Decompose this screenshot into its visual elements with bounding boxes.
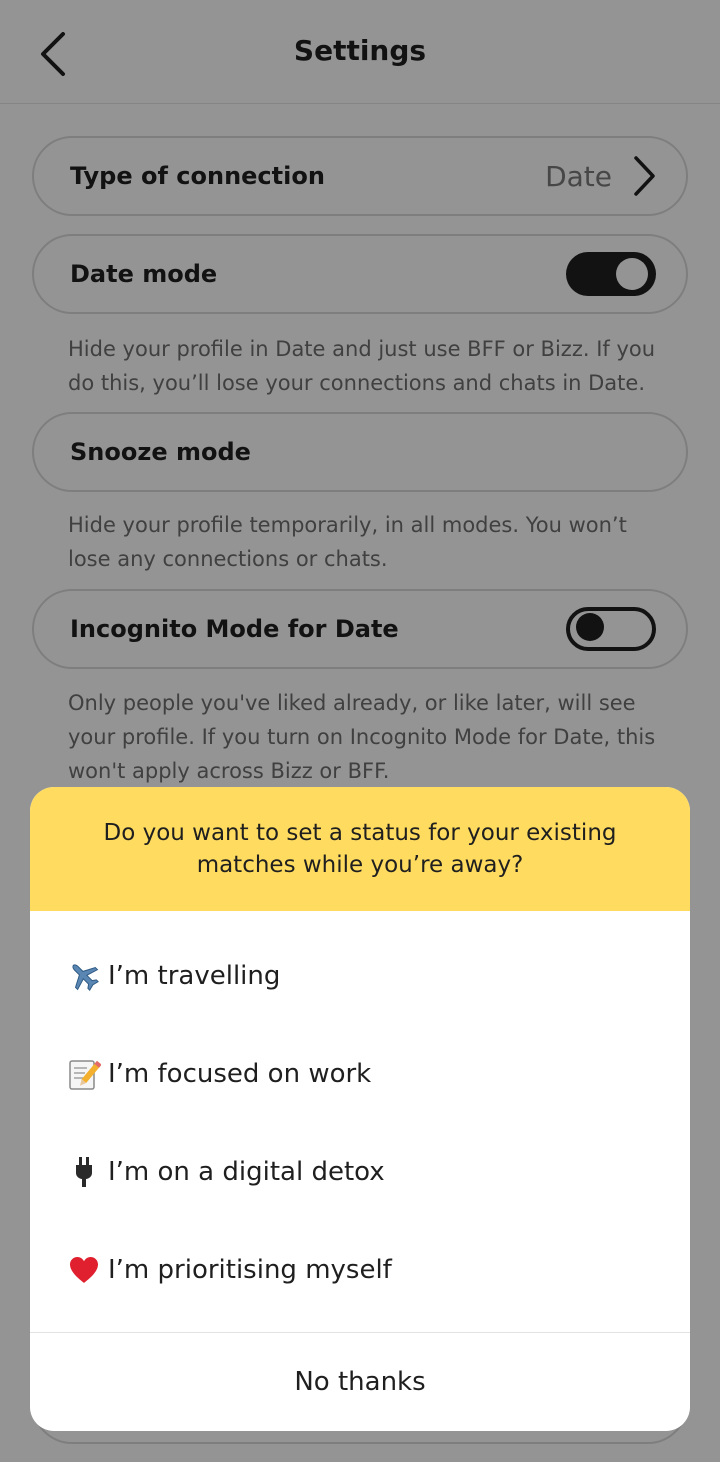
status-options: I’m travelling I’m focused on work I’m o… (30, 911, 690, 1319)
option-digital-detox-label: I’m on a digital detox (108, 1157, 385, 1187)
airplane-icon (66, 958, 102, 994)
option-travelling[interactable]: I’m travelling (30, 927, 690, 1025)
option-prioritising-label: I’m prioritising myself (108, 1255, 392, 1285)
dialog-question: Do you want to set a status for your exi… (103, 820, 617, 878)
settings-screen: Settings Type of connection Date Date mo… (0, 0, 720, 1462)
status-dialog: Do you want to set a status for your exi… (30, 787, 690, 1431)
heart-icon (66, 1252, 102, 1288)
plug-icon (66, 1154, 102, 1190)
memo-icon (66, 1056, 102, 1092)
dialog-header: Do you want to set a status for your exi… (30, 787, 690, 911)
option-work[interactable]: I’m focused on work (30, 1025, 690, 1123)
option-prioritising[interactable]: I’m prioritising myself (30, 1221, 690, 1319)
option-digital-detox[interactable]: I’m on a digital detox (30, 1123, 690, 1221)
option-work-label: I’m focused on work (108, 1059, 372, 1089)
option-travelling-label: I’m travelling (108, 961, 281, 991)
no-thanks-button[interactable]: No thanks (30, 1333, 690, 1431)
